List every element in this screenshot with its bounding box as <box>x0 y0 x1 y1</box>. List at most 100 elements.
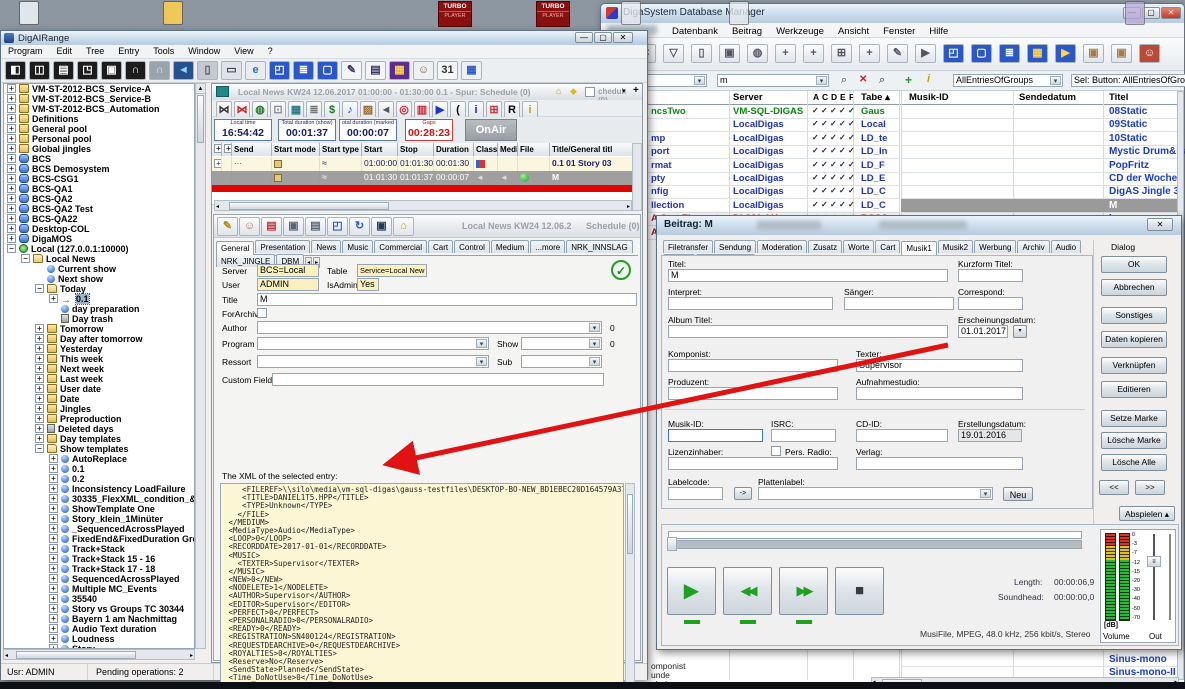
chevron-down-icon[interactable]: ▾ <box>589 357 600 366</box>
expand-icon[interactable]: + <box>7 114 16 123</box>
field-kurzform[interactable] <box>958 269 1023 282</box>
clear-search-icon[interactable]: ✕ <box>859 74 867 85</box>
button-l-sche-marke[interactable]: Lösche Marke <box>1101 432 1167 449</box>
button-editieren[interactable]: Editieren <box>1101 381 1167 398</box>
expand-icon[interactable]: + <box>49 564 58 573</box>
tree-item[interactable]: +SequencedAcrossPlayed <box>4 574 194 584</box>
tree-item[interactable]: +Track+Stack <box>4 544 194 554</box>
expand-icon[interactable]: + <box>7 194 16 203</box>
column-header[interactable]: Class <box>474 143 498 156</box>
column-header[interactable]: Start mode <box>272 143 320 156</box>
titel-cell[interactable]: 10Static <box>1109 133 1147 144</box>
folder-add-icon[interactable]: + <box>859 44 880 63</box>
xml-view[interactable]: <FILEREF>\\silo\media\vm-sql-digas\gauss… <box>220 483 624 689</box>
turbo-player-2-icon[interactable]: TURBOPLAYER <box>536 1 570 27</box>
menu-edit[interactable]: Edit <box>50 45 80 57</box>
dbm-group-filter-combo[interactable]: AllEntriesOfGroups▾ <box>953 74 1063 87</box>
nav-prev-button[interactable]: << <box>1099 480 1129 495</box>
tab-commercial[interactable]: Commercial <box>374 240 427 253</box>
field-correspond[interactable] <box>958 297 1023 310</box>
collapse-icon[interactable]: − <box>7 244 16 253</box>
column-header[interactable]: + <box>212 143 222 156</box>
abspielen-button[interactable]: Abspielen ▴ <box>1119 506 1175 521</box>
folder-icon[interactable] <box>160 1 186 27</box>
persradio-checkbox[interactable] <box>771 446 781 456</box>
column-header[interactable]: Medi. <box>498 143 518 156</box>
tab-news[interactable]: News <box>311 240 341 253</box>
expand-icon[interactable]: + <box>49 624 58 633</box>
titel-cell[interactable]: Sinus-mono <box>1109 654 1167 665</box>
chevron-down-icon[interactable]: ▾ <box>476 339 487 348</box>
chevron-down-icon[interactable]: ▾ <box>622 87 626 95</box>
neu-button[interactable]: Neu <box>1003 487 1033 501</box>
expand-icon[interactable]: + <box>35 424 44 433</box>
field-server[interactable]: BCS=Local <box>257 264 319 277</box>
field-plattenlabel[interactable]: ▾ <box>758 487 993 500</box>
internet-explorer-icon[interactable]: e <box>245 61 266 80</box>
tree-item[interactable]: +Inconsistency LoadFailure <box>4 484 194 494</box>
field-isrc[interactable] <box>771 429 836 442</box>
tree-item[interactable]: +BCS-QA1 <box>4 184 194 194</box>
field-erscheinung[interactable]: 01.01.2017 <box>958 325 1008 338</box>
window-stack-icon[interactable]: ▤ <box>53 61 74 80</box>
play-entry-icon[interactable]: ▶ <box>915 44 936 63</box>
edit-pencil-icon[interactable]: ✎ <box>217 217 238 236</box>
expand-icon[interactable]: + <box>35 404 44 413</box>
column-header-sendedatum[interactable]: Sendedatum <box>1019 92 1076 103</box>
info-icon[interactable]: i <box>927 73 930 85</box>
tab--more[interactable]: ...more <box>530 240 565 253</box>
menu-program[interactable]: Program <box>1 45 50 57</box>
field-labelcode[interactable] <box>668 487 723 500</box>
window-split-icon[interactable]: ◧ <box>5 61 26 80</box>
chevron-down-icon[interactable]: ▾ <box>694 76 705 85</box>
tree-item[interactable]: +DigaMOS <box>4 234 194 244</box>
expand-icon[interactable]: + <box>7 94 16 103</box>
expand-all-icon[interactable]: + <box>214 144 222 153</box>
expand-row-icon[interactable]: + <box>214 159 222 168</box>
progress-track[interactable] <box>668 531 1082 539</box>
tree-item[interactable]: +BCS-CSG1 <box>4 174 194 184</box>
column-header[interactable]: Title/General titl <box>550 143 634 156</box>
schedule-row[interactable]: ≈01:01:3001:01:3700:00:07◄◄M <box>212 171 632 185</box>
gear-doc-icon[interactable] <box>618 1 644 27</box>
tree-item[interactable]: +Desktop-COL <box>4 224 194 234</box>
tree-item[interactable]: Next show <box>4 274 194 284</box>
doc-copy-icon[interactable]: ▤ <box>365 61 386 80</box>
schedule-checkbox[interactable] <box>585 87 595 97</box>
record-new-icon[interactable]: + <box>775 44 796 63</box>
window-insert-icon[interactable]: ◳ <box>77 61 98 80</box>
button-l-sche-alle[interactable]: Lösche Alle <box>1101 454 1167 471</box>
expand-icon[interactable]: + <box>35 354 44 363</box>
field-texter[interactable]: Supervisor <box>856 359 1023 372</box>
tree-item[interactable]: day preparation <box>4 304 194 314</box>
field-cdid[interactable] <box>856 429 948 442</box>
combo-ressort[interactable]: ▾ <box>257 355 489 368</box>
column-header-flag[interactable]: C <box>822 92 828 102</box>
expand-icon[interactable]: + <box>35 384 44 393</box>
expand-icon[interactable]: + <box>35 364 44 373</box>
collapse-icon[interactable]: − <box>21 254 30 263</box>
tree-item[interactable]: +BCS-QA22 <box>4 214 194 224</box>
tree-item[interactable]: +Deleted days <box>4 424 194 434</box>
play-colored-icon[interactable]: ▶ <box>1055 44 1076 63</box>
add-entry-icon[interactable]: + <box>803 44 824 63</box>
field-produzent[interactable] <box>668 387 838 400</box>
tree-item[interactable]: +0.1 <box>4 464 194 474</box>
field-album[interactable] <box>668 325 948 338</box>
filter-icon[interactable]: ▽ <box>663 44 684 63</box>
dbm-badge-icon[interactable]: ▦ <box>389 61 410 80</box>
scroll-right-icon[interactable]: ▸ <box>190 652 193 659</box>
column-header-server[interactable]: Server <box>733 92 763 103</box>
field-interpret[interactable] <box>668 297 833 310</box>
xml-vscrollbar[interactable] <box>625 483 635 689</box>
tree-item[interactable]: +Last week <box>4 374 194 384</box>
combo-author[interactable]: ▾ <box>257 321 602 334</box>
playlist-blue-icon[interactable]: ≣ <box>293 61 314 80</box>
combo-show[interactable]: ▾ <box>521 337 602 350</box>
paste-icon[interactable]: ▤ <box>305 217 326 236</box>
expand-icon[interactable]: + <box>7 134 16 143</box>
expand-icon[interactable]: + <box>49 574 58 583</box>
schedule-hscroll-thumb[interactable] <box>229 202 389 210</box>
schedule-vscrollbar[interactable] <box>632 143 642 211</box>
tree-item[interactable]: +Tomorrow <box>4 324 194 334</box>
